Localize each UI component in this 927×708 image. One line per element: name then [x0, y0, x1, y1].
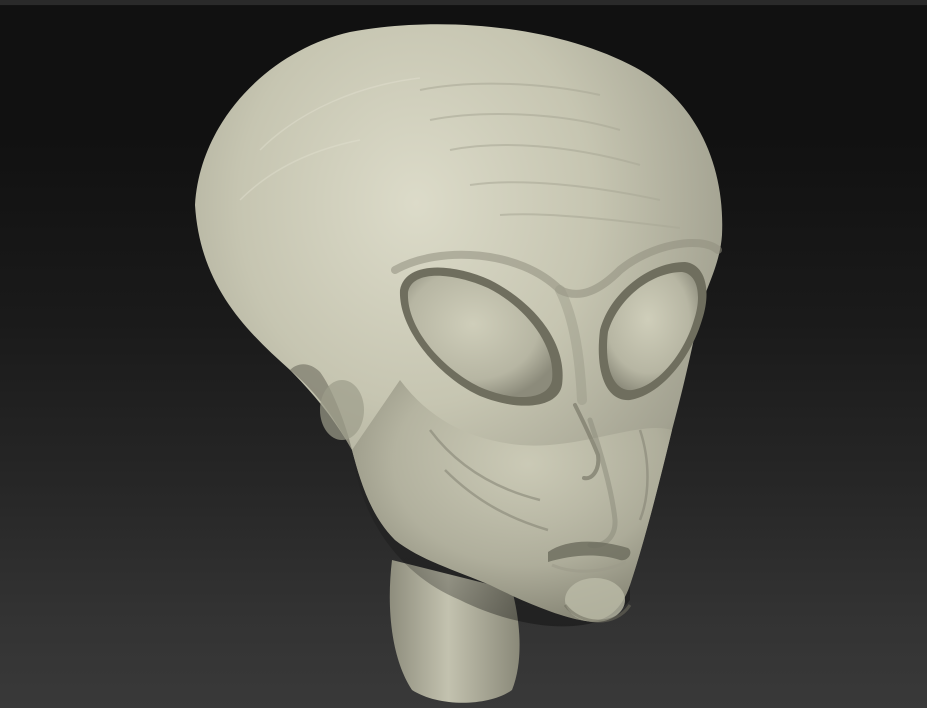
alien-head-model[interactable] [0, 0, 927, 708]
chin [565, 578, 625, 622]
3d-viewport[interactable] [0, 0, 927, 708]
ear-bump [320, 380, 364, 440]
